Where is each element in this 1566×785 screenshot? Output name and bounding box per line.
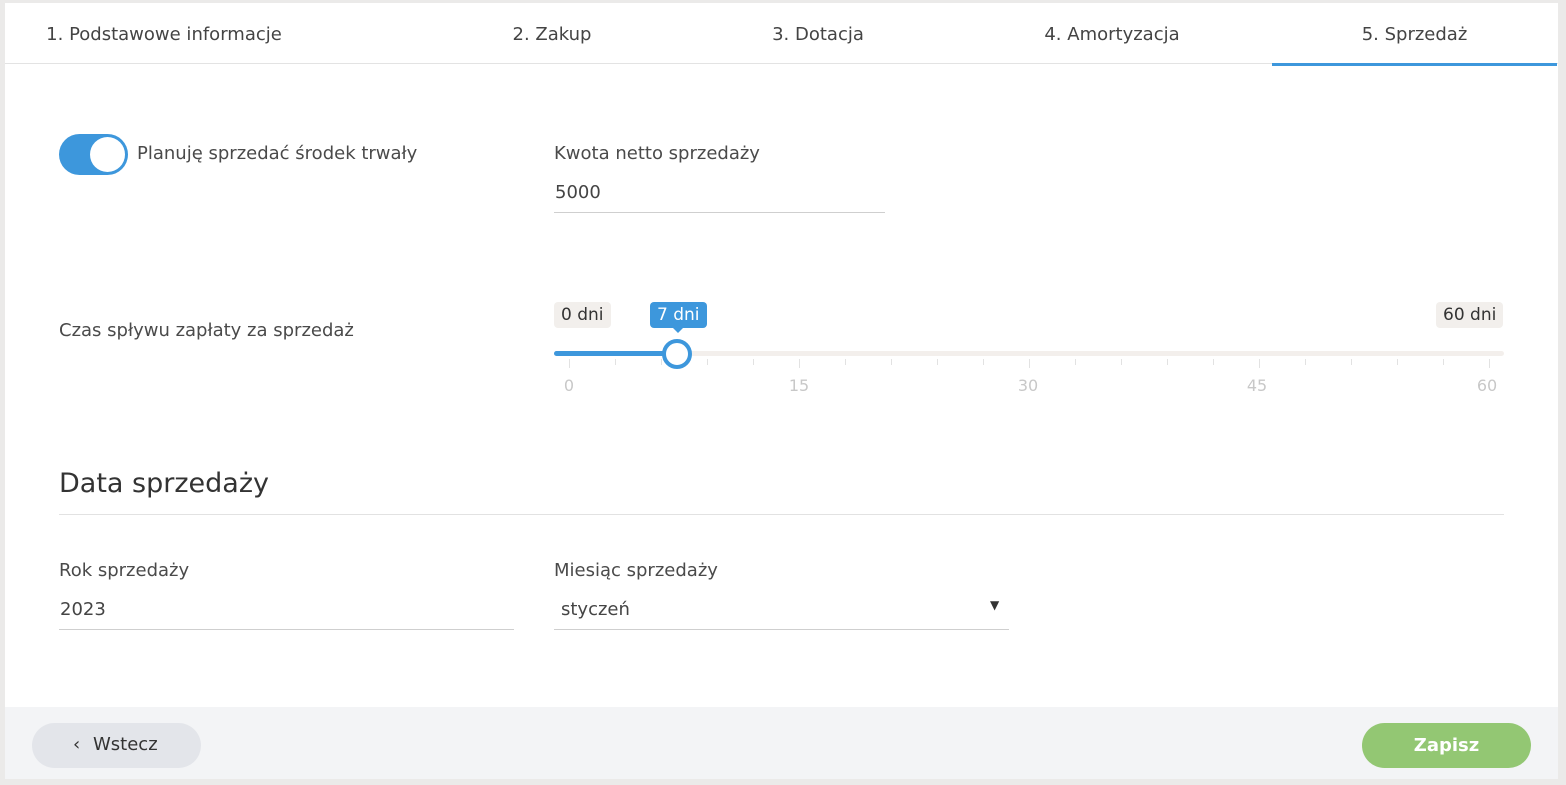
tab-depreciation[interactable]: 4. Amortyzacja	[972, 3, 1252, 64]
tick-label: 45	[1246, 376, 1268, 395]
tab-sale[interactable]: 5. Sprzedaż	[1272, 3, 1557, 66]
slider-handle[interactable]	[662, 339, 692, 369]
slider-tick	[1397, 359, 1398, 365]
sale-year-input[interactable]	[59, 590, 514, 630]
slider-tick	[983, 359, 984, 365]
slider-tick	[891, 359, 892, 365]
sale-month-label: Miesiąc sprzedaży	[554, 560, 718, 581]
slider-tick	[615, 359, 616, 365]
sale-toggle-label: Planuję sprzedać środek trwały	[137, 143, 418, 164]
step-tabs: 1. Podstawowe informacje 2. Zakup 3. Dot…	[5, 3, 1558, 66]
slider-tick	[1121, 359, 1122, 365]
slider-tick	[1489, 359, 1490, 368]
caret-down-icon: ▼	[990, 598, 1000, 612]
slider-tick	[1305, 359, 1306, 365]
slider-tick	[1167, 359, 1168, 365]
tick-label: 60	[1476, 376, 1498, 395]
tab-subsidy[interactable]: 3. Dotacja	[691, 3, 945, 64]
slider-value-label: 7 dni	[650, 302, 707, 333]
slider-tick	[799, 359, 800, 368]
sale-toggle[interactable]	[59, 134, 128, 175]
slider-tick	[1075, 359, 1076, 365]
slider-min-label: 0 dni	[554, 302, 611, 328]
save-button[interactable]: Zapisz	[1362, 723, 1531, 768]
sale-month-select[interactable]: styczeń	[554, 590, 1009, 630]
slider-tick	[707, 359, 708, 365]
sale-year-label: Rok sprzedaży	[59, 560, 190, 581]
net-amount-input[interactable]	[554, 173, 885, 213]
slider-tick	[753, 359, 754, 365]
slider-tick	[1259, 359, 1260, 368]
slider-tick	[1213, 359, 1214, 365]
slider-tick	[845, 359, 846, 365]
chevron-left-icon: ‹	[73, 734, 81, 755]
slider-fill	[554, 351, 677, 356]
back-button[interactable]: ‹ Wstecz	[32, 723, 201, 768]
toggle-knob	[90, 137, 125, 172]
tick-label: 30	[1017, 376, 1039, 395]
slider-track[interactable]	[554, 351, 1504, 356]
footer-bar: ‹ Wstecz Zapisz	[5, 707, 1558, 779]
payment-time-label: Czas spływu zapłaty za sprzedaż	[59, 320, 354, 341]
net-amount-label: Kwota netto sprzedaży	[554, 143, 760, 164]
slider-tick	[937, 359, 938, 365]
tick-label: 0	[563, 376, 575, 395]
slider-tick	[569, 359, 570, 368]
slider-max-label: 60 dni	[1436, 302, 1504, 328]
slider-tick	[1443, 359, 1444, 365]
form-card: 1. Podstawowe informacje 2. Zakup 3. Dot…	[5, 3, 1558, 779]
back-button-label: Wstecz	[93, 734, 158, 755]
slider-tick	[661, 359, 662, 365]
tick-label: 15	[788, 376, 810, 395]
section-divider	[59, 514, 1504, 515]
sale-date-title: Data sprzedaży	[59, 468, 269, 499]
tab-basic-info[interactable]: 1. Podstawowe informacje	[5, 3, 323, 64]
slider-tick	[1029, 359, 1030, 368]
slider-tick	[1351, 359, 1352, 365]
